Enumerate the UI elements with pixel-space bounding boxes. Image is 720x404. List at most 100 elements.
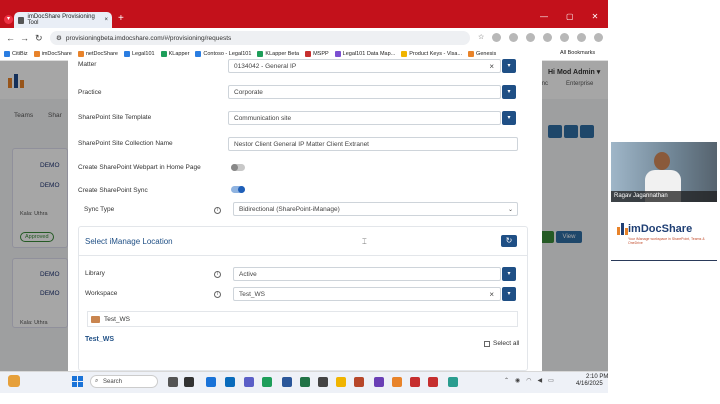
- chevron-up-icon[interactable]: ⌃: [504, 377, 509, 384]
- site-template-select[interactable]: Communication site: [228, 111, 501, 125]
- url-field[interactable]: ⚙ provisioningbeta.imdocshare.com/#/prov…: [50, 31, 470, 45]
- bookmark-item[interactable]: netDocShare: [77, 51, 118, 57]
- file-explorer-icon[interactable]: [336, 377, 346, 387]
- clear-icon[interactable]: ×: [489, 290, 494, 299]
- taskbar-search[interactable]: ⌕ Search: [90, 375, 158, 388]
- bookmark-label: Genesis: [476, 51, 497, 57]
- firefox-icon[interactable]: [392, 377, 402, 387]
- teams-icon[interactable]: [244, 377, 254, 387]
- selected-workspace-chip[interactable]: Test_WS: [87, 311, 518, 327]
- app-icon[interactable]: [374, 377, 384, 387]
- chevron-down-icon[interactable]: ▾: [502, 267, 516, 281]
- chevron-down-icon[interactable]: ▾: [502, 85, 516, 99]
- bookmark-label: MSPP: [313, 51, 329, 57]
- forward-icon[interactable]: →: [20, 33, 29, 43]
- profile-avatar[interactable]: [594, 33, 604, 42]
- site-template-label: SharePoint Site Template: [78, 114, 152, 121]
- site-collection-input[interactable]: Nestor Client General IP Matter Client E…: [228, 137, 518, 151]
- sync-toggle[interactable]: [231, 186, 245, 193]
- outlook-icon[interactable]: [206, 377, 216, 387]
- weather-widget-icon[interactable]: [8, 375, 20, 387]
- extension-icon[interactable]: [509, 33, 519, 42]
- all-bookmarks-link[interactable]: All Bookmarks: [560, 50, 595, 56]
- bookmark-item[interactable]: Contoso - Legal101: [195, 51, 251, 57]
- chevron-down-icon[interactable]: ▾: [502, 59, 516, 73]
- network-icon[interactable]: ◉: [515, 377, 520, 384]
- bookmark-item[interactable]: imDocShare: [33, 51, 72, 57]
- bookmark-item[interactable]: KLapper Beta: [257, 51, 299, 57]
- site-collection-label: SharePoint Site Collection Name: [78, 140, 173, 147]
- taskview-icon[interactable]: [168, 377, 178, 387]
- edge-icon[interactable]: [225, 377, 235, 387]
- app-icon[interactable]: [428, 377, 438, 387]
- back-icon[interactable]: ←: [6, 33, 15, 43]
- bookmark-item[interactable]: Legal101 Data Map...: [334, 51, 395, 57]
- app-icon[interactable]: [184, 377, 194, 387]
- practice-label: Practice: [78, 89, 102, 96]
- select-all-checkbox[interactable]: Select all: [484, 340, 519, 347]
- word-icon[interactable]: [282, 377, 292, 387]
- workspace-label: Workspace: [85, 290, 118, 297]
- battery-icon[interactable]: ▭: [548, 377, 554, 384]
- webpart-toggle[interactable]: [231, 164, 245, 171]
- sync-type-select[interactable]: Bidirectional (SharePoint-iManage) ⌄: [233, 202, 518, 216]
- maximize-icon[interactable]: ▢: [566, 12, 574, 21]
- extension-icon[interactable]: [492, 33, 502, 42]
- bookmark-item[interactable]: Legal101: [123, 51, 155, 57]
- tab-close-icon[interactable]: ×: [104, 17, 108, 23]
- chrome-icon[interactable]: [262, 377, 272, 387]
- bookmark-item[interactable]: MSPP: [305, 51, 329, 57]
- app-icon[interactable]: [318, 377, 328, 387]
- site-favicon-icon: [18, 16, 25, 24]
- extension-icon[interactable]: [543, 33, 553, 42]
- bookmark-label: KLapper Beta: [265, 51, 300, 57]
- extension-icon[interactable]: [577, 33, 587, 42]
- new-tab-button[interactable]: +: [118, 14, 124, 24]
- windows-start-icon[interactable]: [72, 376, 83, 387]
- bookmark-favicon-icon: [160, 51, 167, 57]
- clock-time[interactable]: 2:10 PM: [586, 374, 608, 380]
- bookmark-favicon-icon: [195, 51, 202, 57]
- reload-icon[interactable]: ↻: [35, 33, 43, 44]
- library-label: Library: [85, 270, 105, 277]
- extension-icon[interactable]: [526, 33, 536, 42]
- bookmark-star-icon[interactable]: ☆: [478, 33, 484, 42]
- close-window-icon[interactable]: ✕: [592, 12, 599, 21]
- practice-select[interactable]: Corporate: [228, 85, 501, 99]
- imanage-section-title: Select iManage Location: [85, 237, 173, 246]
- app-icon[interactable]: [410, 377, 420, 387]
- volume-icon[interactable]: ◀: [538, 377, 543, 384]
- bookmark-item[interactable]: Genesis: [468, 51, 496, 57]
- tab-search-icon[interactable]: ▾: [4, 15, 13, 24]
- workspace-select[interactable]: Test_WS ×: [233, 287, 501, 301]
- bookmark-item[interactable]: Product Keys - Visa...: [401, 51, 462, 57]
- bookmark-label: Legal101: [131, 51, 155, 57]
- app-icon[interactable]: [448, 377, 458, 387]
- clear-icon[interactable]: ×: [489, 62, 494, 71]
- bookmark-item[interactable]: KLapper: [160, 51, 189, 57]
- matter-select[interactable]: 0134042 - General IP ×: [228, 59, 501, 73]
- powerpoint-icon[interactable]: [354, 377, 364, 387]
- excel-icon[interactable]: [300, 377, 310, 387]
- wifi-icon[interactable]: ◠: [526, 377, 531, 384]
- sync-type-value: Bidirectional (SharePoint-iManage): [239, 205, 340, 213]
- search-icon: ⌕: [95, 378, 99, 384]
- browser-tab[interactable]: imDocShare Provisioning Tool ×: [14, 12, 112, 28]
- minimize-icon[interactable]: —: [540, 12, 548, 21]
- refresh-icon[interactable]: ↻: [501, 235, 517, 247]
- tab-title: imDocShare Provisioning Tool: [27, 14, 95, 26]
- chevron-down-icon[interactable]: ▾: [502, 287, 516, 301]
- bookmark-item[interactable]: CitiBiz: [4, 51, 28, 57]
- presenter-name: Ragav Jagannathan: [611, 191, 717, 202]
- site-info-icon[interactable]: ⚙: [56, 34, 62, 42]
- bookmark-favicon-icon: [468, 51, 475, 57]
- window-controls: — ▢ ✕: [540, 12, 598, 21]
- extension-icon[interactable]: [560, 33, 570, 42]
- library-select[interactable]: Active: [233, 267, 501, 281]
- checkbox-icon[interactable]: [484, 340, 490, 347]
- library-value: Active: [239, 270, 257, 278]
- matter-label: Matter: [78, 61, 97, 68]
- clock-date[interactable]: 4/16/2025: [576, 381, 603, 387]
- bookmark-favicon-icon: [334, 51, 341, 57]
- chevron-down-icon[interactable]: ▾: [502, 111, 516, 125]
